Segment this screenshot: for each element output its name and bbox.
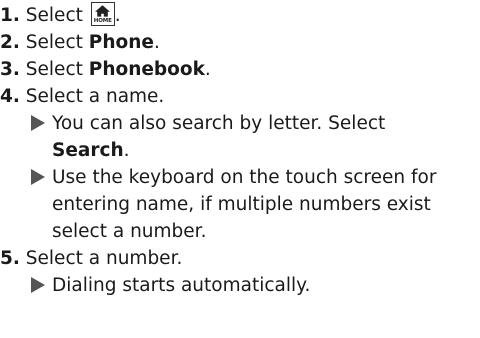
step-text: Select [25, 32, 83, 53]
step-4-note-1: You can also search by letter. Select [0, 110, 480, 137]
step-text: Select a name. [25, 86, 165, 107]
step-number: 3. [0, 59, 20, 80]
instruction-list: 1. Select HOME. 2. Select Phone. 3. Sele… [0, 2, 480, 299]
note-text: You can also search by letter. Select [52, 113, 386, 134]
note-arrow-icon [31, 115, 45, 131]
home-icon-label: HOME [93, 18, 112, 24]
note-text: select a number. [52, 221, 207, 242]
step-4-note-1-cont: Search. [0, 137, 480, 164]
step-4-note-2-cont-2: select a number. [0, 218, 480, 245]
step-number: 4. [0, 86, 20, 107]
note-arrow-icon [31, 169, 45, 185]
step-4-note-2: Use the keyboard on the touch screen for [0, 164, 480, 191]
step-text: Select [25, 5, 83, 26]
note-arrow-icon [31, 277, 45, 293]
step-4: 4. Select a name. [0, 83, 480, 110]
search-menu-label: Search [52, 140, 124, 161]
note-text: Use the keyboard on the touch screen for [52, 167, 437, 188]
step-5: 5. Select a number. [0, 245, 480, 272]
note-text: Dialing starts automatically. [52, 275, 311, 296]
step-text-end: . [204, 59, 211, 80]
step-5-note-1: Dialing starts automatically. [0, 272, 480, 299]
step-text: Select a number. [25, 248, 183, 269]
phone-menu-label: Phone [88, 32, 154, 53]
step-2: 2. Select Phone. [0, 29, 480, 56]
step-number: 2. [0, 32, 20, 53]
step-text-end: . [153, 32, 160, 53]
phonebook-menu-label: Phonebook [88, 59, 205, 80]
note-text: entering name, if multiple numbers exist [52, 194, 431, 215]
note-text-end: . [123, 140, 130, 161]
step-text-end: . [114, 5, 121, 26]
step-4-note-2-cont-1: entering name, if multiple numbers exist [0, 191, 480, 218]
step-1: 1. Select HOME. [0, 2, 480, 29]
step-text: Select [25, 59, 83, 80]
home-button-icon: HOME [90, 2, 115, 26]
step-number: 5. [0, 248, 20, 269]
step-3: 3. Select Phonebook. [0, 56, 480, 83]
step-number: 1. [0, 5, 20, 26]
